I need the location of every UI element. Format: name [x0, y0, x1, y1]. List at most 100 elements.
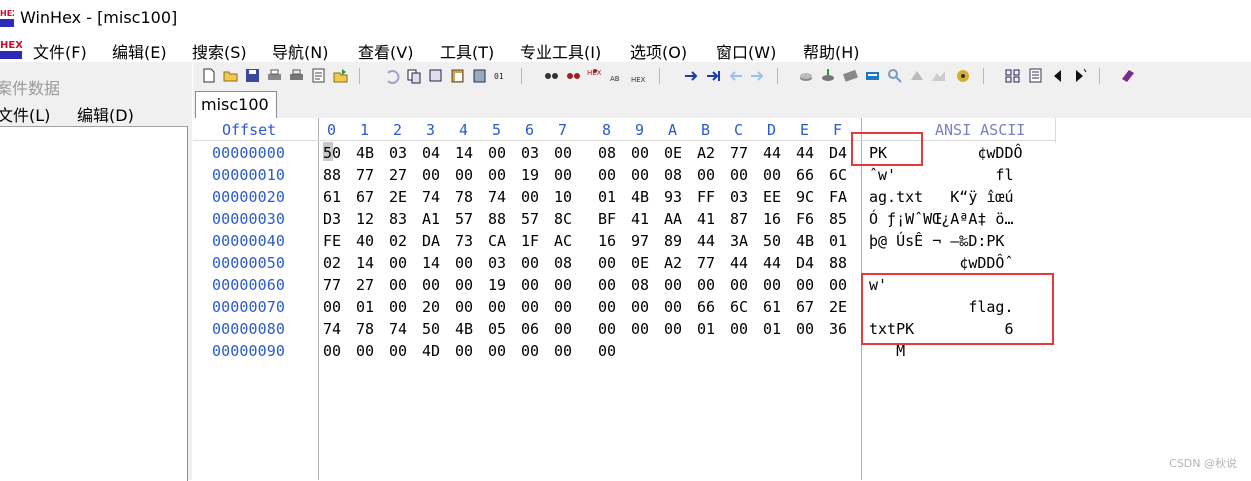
hex-byte[interactable]: 44 — [763, 144, 785, 162]
hex-byte[interactable]: 2E — [829, 298, 851, 316]
ascii-text[interactable]: ¢wDDÔˆ — [869, 254, 1013, 272]
hex-byte[interactable]: 74 — [422, 188, 444, 206]
menu-window[interactable]: 窗口(W) — [716, 39, 776, 63]
hex-byte[interactable]: A1 — [422, 210, 444, 228]
hex-byte[interactable]: 00 — [455, 166, 477, 184]
hex-byte[interactable]: 00 — [796, 276, 818, 294]
hex-byte[interactable]: 08 — [631, 276, 653, 294]
hex-byte[interactable]: 57 — [455, 210, 477, 228]
open-disk-icon[interactable] — [798, 67, 815, 84]
find-hex-icon[interactable] — [565, 67, 582, 84]
new-file-icon[interactable] — [200, 67, 217, 84]
hex-byte[interactable]: 00 — [422, 166, 444, 184]
hex-byte[interactable]: 08 — [598, 144, 620, 162]
hex-byte[interactable]: 00 — [488, 144, 510, 162]
case-menu-edit[interactable]: 编辑(D) — [77, 102, 134, 126]
hex-byte[interactable]: DA — [422, 232, 444, 250]
disk-tools-icon[interactable] — [820, 67, 837, 84]
ascii-text[interactable]: ˆw' fl — [869, 166, 1014, 184]
hex-byte[interactable]: 02 — [323, 254, 345, 272]
hex-byte[interactable]: 00 — [488, 166, 510, 184]
hex-byte[interactable]: 14 — [422, 254, 444, 272]
hex-byte[interactable]: 16 — [598, 232, 620, 250]
hex-byte[interactable]: 10 — [554, 188, 576, 206]
hex-byte[interactable]: 14 — [356, 254, 378, 272]
hex-byte[interactable]: 87 — [730, 210, 752, 228]
hex-byte[interactable]: 74 — [389, 320, 411, 338]
hex-byte[interactable]: 00 — [521, 188, 543, 206]
menu-search[interactable]: 搜索(S) — [192, 39, 247, 63]
goto-sector-icon[interactable] — [705, 67, 722, 84]
hex-byte[interactable]: 44 — [730, 254, 752, 272]
hex-byte[interactable]: 93 — [664, 188, 686, 206]
hex-byte[interactable]: 97 — [631, 232, 653, 250]
hex-byte[interactable]: 00 — [664, 320, 686, 338]
hex-byte[interactable]: 00 — [389, 342, 411, 360]
menu-specialist-tools[interactable]: 专业工具(I) — [520, 39, 601, 63]
hex-byte[interactable]: 83 — [389, 210, 411, 228]
hex-byte[interactable]: 57 — [521, 210, 543, 228]
hex-byte[interactable]: 9C — [796, 188, 818, 206]
replace-hex-icon[interactable]: AB — [609, 67, 626, 84]
hex-byte[interactable]: 04 — [422, 144, 444, 162]
hex-byte[interactable]: 01 — [829, 232, 851, 250]
hex-byte[interactable]: 02 — [389, 232, 411, 250]
hex-byte[interactable]: 66 — [796, 166, 818, 184]
hex-byte[interactable]: 00 — [763, 166, 785, 184]
hex-byte[interactable]: 01 — [598, 188, 620, 206]
hex-byte[interactable]: 00 — [730, 320, 752, 338]
hex-byte[interactable]: 3A — [730, 232, 752, 250]
hex-byte[interactable]: 73 — [455, 232, 477, 250]
case-tree[interactable] — [0, 126, 188, 481]
help-book-icon[interactable] — [1119, 67, 1136, 84]
hex-byte[interactable]: 00 — [598, 342, 620, 360]
hex-byte[interactable]: 61 — [763, 298, 785, 316]
menu-tools[interactable]: 工具(T) — [440, 39, 494, 63]
hex-byte[interactable]: 00 — [488, 342, 510, 360]
hex-byte[interactable]: 67 — [356, 188, 378, 206]
hex-byte[interactable]: 00 — [631, 320, 653, 338]
hex-byte[interactable]: 40 — [356, 232, 378, 250]
hex-byte[interactable]: 00 — [598, 320, 620, 338]
hex-byte[interactable]: 4B — [356, 144, 378, 162]
hex-byte[interactable]: 00 — [631, 166, 653, 184]
hex-byte[interactable]: 00 — [554, 320, 576, 338]
hex-byte[interactable]: 19 — [521, 166, 543, 184]
export-icon[interactable] — [332, 67, 349, 84]
ram-editor-icon[interactable] — [842, 67, 859, 84]
hex-byte[interactable]: 88 — [829, 254, 851, 272]
hex-byte[interactable]: A2 — [664, 254, 686, 272]
hex-byte[interactable]: 0E — [664, 144, 686, 162]
hex-byte[interactable]: 1F — [521, 232, 543, 250]
hex-byte[interactable]: 8C — [554, 210, 576, 228]
hex-byte[interactable]: 78 — [356, 320, 378, 338]
hex-byte[interactable]: D4 — [796, 254, 818, 272]
hex-byte[interactable]: 00 — [521, 342, 543, 360]
hex-byte[interactable]: 4B — [796, 232, 818, 250]
hex-byte[interactable]: 50 — [763, 232, 785, 250]
hex-byte[interactable]: 4B — [455, 320, 477, 338]
hex-byte[interactable]: 88 — [323, 166, 345, 184]
hex-converter-icon[interactable] — [955, 67, 972, 84]
paste-icon[interactable] — [449, 67, 466, 84]
analysis-icon[interactable] — [930, 67, 947, 84]
print-setup-icon[interactable] — [288, 67, 305, 84]
hex-byte[interactable]: 00 — [389, 254, 411, 272]
hex-editor[interactable]: Offset 0123456789ABCDEF ANSI ASCII 00000… — [193, 118, 1251, 480]
hex-byte[interactable]: 01 — [763, 320, 785, 338]
hex-byte[interactable]: 4B — [631, 188, 653, 206]
tab-misc100[interactable]: misc100 — [195, 91, 277, 118]
hex-byte[interactable]: 00 — [664, 276, 686, 294]
hex-byte[interactable]: 00 — [598, 298, 620, 316]
hex-byte[interactable]: 66 — [697, 298, 719, 316]
hex-byte[interactable]: 20 — [422, 298, 444, 316]
hex-byte[interactable]: D4 — [829, 144, 851, 162]
hex-byte[interactable]: 19 — [488, 276, 510, 294]
save-icon[interactable] — [244, 67, 261, 84]
hex-byte[interactable]: 00 — [554, 144, 576, 162]
hex-byte[interactable]: 00 — [631, 298, 653, 316]
hex-byte[interactable]: 00 — [356, 342, 378, 360]
hex-byte[interactable]: CA — [488, 232, 510, 250]
hex-byte[interactable]: 50 — [422, 320, 444, 338]
hex-byte[interactable]: 00 — [323, 298, 345, 316]
